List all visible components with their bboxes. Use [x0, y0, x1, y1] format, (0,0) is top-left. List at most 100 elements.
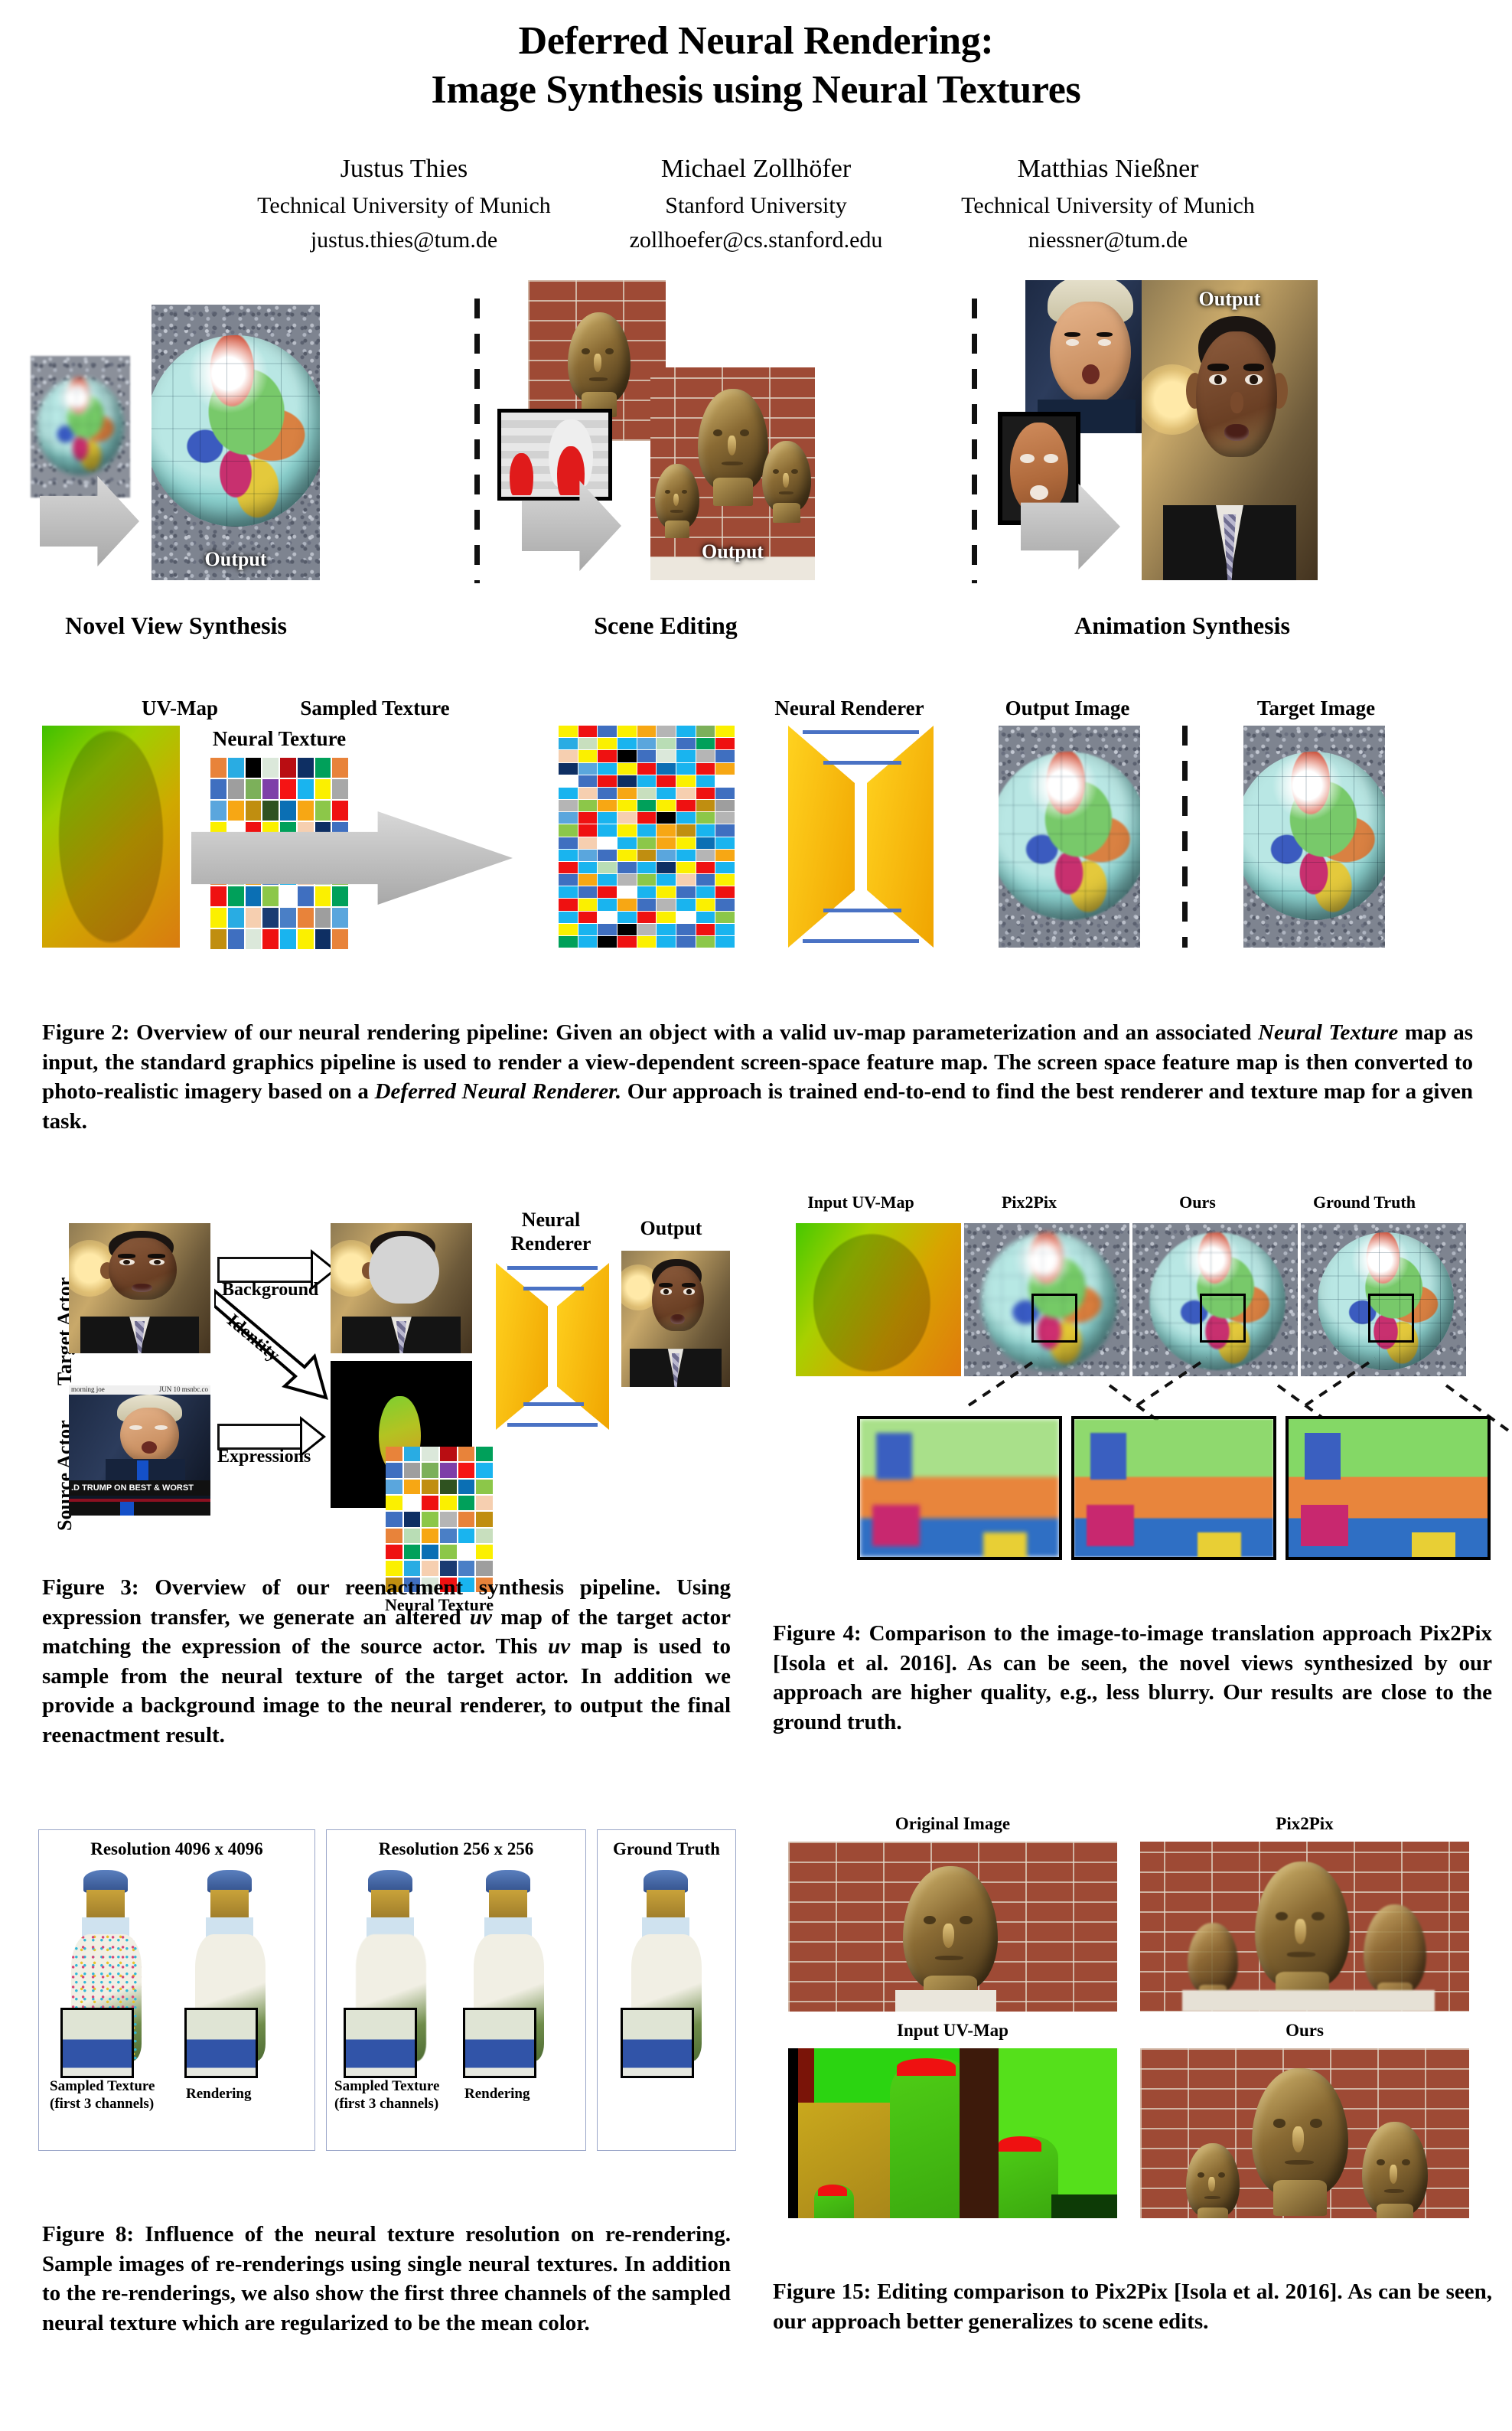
texture-cell [617, 874, 637, 886]
author-affiliation: Stanford University [665, 192, 847, 218]
texture-cell [715, 923, 735, 935]
texture-cell [617, 899, 637, 911]
figure2-neural-renderer-hourglass [788, 726, 934, 948]
texture-cell [422, 1545, 438, 1560]
texture-cell [476, 1463, 493, 1478]
texture-cell [578, 899, 598, 911]
texture-cell [715, 750, 735, 762]
figure15-caption: Figure 15: Editing comparison to Pix2Pix… [773, 2279, 1492, 2334]
texture-cell [578, 837, 598, 849]
texture-cell [598, 911, 617, 923]
texture-cell [332, 779, 348, 799]
texture-cell [559, 837, 578, 849]
texture-cell [280, 758, 296, 778]
texture-cell [637, 762, 657, 775]
texture-cell [458, 1496, 475, 1511]
texture-cell [617, 750, 637, 762]
teaser-divider-2 [972, 298, 977, 583]
texture-cell [403, 1479, 421, 1494]
texture-cell [617, 738, 637, 750]
author-email: zollhoefer@cs.stanford.edu [629, 227, 883, 253]
texture-cell [332, 801, 348, 821]
texture-cell [245, 758, 262, 778]
teaser-input-thumb-globe [31, 355, 130, 498]
figure3-caption-italic-1: uv [469, 1604, 492, 1630]
texture-cell [262, 908, 279, 928]
figure8-panel-ground-truth: Ground Truth [597, 1829, 736, 2151]
texture-cell [578, 750, 598, 762]
texture-cell [403, 1463, 421, 1478]
figure8-zoom-0-left [60, 2008, 134, 2078]
texture-cell [715, 861, 735, 873]
texture-cell [715, 775, 735, 787]
texture-cell [578, 787, 598, 799]
author-list: Justus Thies Technical University of Mun… [0, 149, 1512, 257]
output-label: Output [204, 547, 267, 570]
teaser-panel-scene-editing: Output Scene Editing [497, 279, 964, 639]
texture-cell [386, 1479, 402, 1494]
texture-cell [676, 750, 696, 762]
texture-cell [386, 1545, 402, 1560]
texture-cell [657, 911, 676, 923]
figure3-background-arrow [217, 1257, 317, 1283]
texture-cell [696, 762, 715, 775]
texture-cell [657, 762, 676, 775]
texture-cell [696, 911, 715, 923]
texture-cell [210, 758, 226, 778]
texture-cell [578, 911, 598, 923]
texture-cell [617, 762, 637, 775]
author-block-1: Justus Thies Technical University of Mun… [243, 149, 565, 257]
texture-cell [676, 935, 696, 948]
texture-cell [676, 775, 696, 787]
texture-cell [715, 899, 735, 911]
texture-cell [657, 787, 676, 799]
texture-cell [559, 738, 578, 750]
texture-cell [280, 779, 296, 799]
figure4-zoom-ground-truth [1286, 1416, 1491, 1560]
texture-cell [439, 1545, 457, 1560]
texture-cell [578, 738, 598, 750]
figure3-chyron-right: JUN 10 msnbc.co [158, 1385, 208, 1393]
texture-cell [245, 801, 262, 821]
texture-cell [280, 908, 296, 928]
texture-cell [314, 886, 331, 906]
figure4-crop-box [1031, 1294, 1077, 1343]
red-silhouette-left [510, 452, 533, 495]
texture-cell [637, 923, 657, 935]
figure2-output-image [999, 726, 1140, 948]
figure2-caption-part-1: Figure 2: Overview of our neural renderi… [42, 1020, 1259, 1045]
figure8-zoom-2 [621, 2008, 694, 2078]
texture-cell [227, 886, 244, 906]
texture-cell [676, 762, 696, 775]
output-label: Output [1198, 287, 1261, 310]
texture-cell [262, 929, 279, 949]
texture-cell [715, 837, 735, 849]
texture-cell [262, 779, 279, 799]
texture-cell [559, 775, 578, 787]
texture-cell [617, 837, 637, 849]
texture-cell [598, 899, 617, 911]
figure-4: Input UV-Map Pix2Pix Ours Ground Truth [773, 1193, 1510, 1575]
texture-cell [559, 812, 578, 824]
texture-cell [696, 738, 715, 750]
texture-cell [617, 800, 637, 812]
paper-title-line-2: Image Synthesis using Neural Textures [431, 68, 1081, 113]
figure2-label-uv-map: UV-Map [142, 697, 218, 720]
texture-cell [637, 738, 657, 750]
texture-cell [696, 874, 715, 886]
texture-cell [332, 929, 348, 949]
texture-cell [657, 775, 676, 787]
texture-cell [676, 861, 696, 873]
figure2-divider [1182, 726, 1188, 948]
texture-cell [637, 886, 657, 899]
texture-cell [657, 899, 676, 911]
figure8-caption: Figure 8: Influence of the neural textur… [42, 2222, 731, 2335]
texture-cell [578, 800, 598, 812]
figure-8: Resolution 4096 x 4096 Sampled Texture (… [31, 1829, 742, 2189]
figure2-caption: Figure 2: Overview of our neural renderi… [42, 1018, 1473, 1136]
texture-cell [715, 812, 735, 824]
texture-cell [578, 886, 598, 899]
bronze-bust-center [698, 388, 768, 507]
texture-cell [559, 726, 578, 738]
texture-cell [696, 800, 715, 812]
